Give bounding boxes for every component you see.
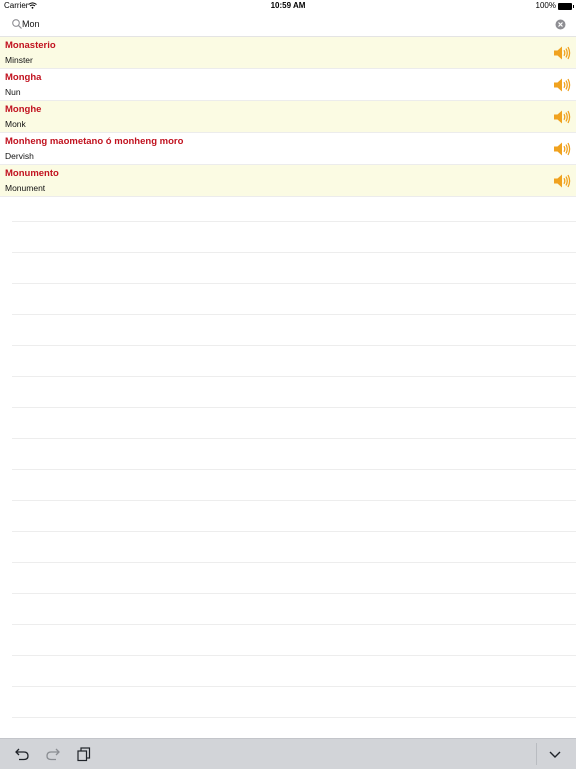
result-term: Mongha [5,72,42,83]
status-bar: Carrier 10:59 AM 100% [0,0,576,12]
row-separator [12,593,576,624]
row-separator [12,283,576,314]
speaker-icon[interactable] [553,141,571,157]
row-separator [12,221,576,252]
result-translation: Monk [5,119,26,129]
result-item-mongha[interactable]: Mongha Nun [0,69,576,101]
result-translation: Dervish [5,151,34,161]
result-translation: Minster [5,55,33,65]
result-item-monasterio[interactable]: Monasterio Minster [0,37,576,69]
row-separator [12,469,576,500]
battery-percentage: 100% [535,1,556,10]
row-separator [12,500,576,531]
battery-icon [558,3,572,10]
speaker-icon[interactable] [553,77,571,93]
battery-tip [573,5,574,8]
row-separator [12,345,576,376]
chevron-down-icon[interactable] [547,746,563,762]
toolbar-divider [536,743,537,765]
result-term: Monasterio [5,40,56,51]
row-separator [12,407,576,438]
copy-icon[interactable] [76,746,92,762]
result-translation: Monument [5,183,46,193]
result-term: Monghe [5,104,42,115]
undo-icon[interactable] [14,746,30,762]
row-separator [12,531,576,562]
speaker-icon[interactable] [553,45,571,61]
row-separator [12,624,576,655]
result-item-monheng-maometano[interactable]: Monheng maometano ó monheng moro Dervish [0,133,576,165]
keyboard-shortcut-bar [0,738,576,769]
row-separator [12,376,576,407]
result-item-monghe[interactable]: Monghe Monk [0,101,576,133]
search-input[interactable] [22,16,522,32]
row-separator [12,655,576,686]
speaker-icon[interactable] [553,173,571,189]
redo-icon[interactable] [45,746,61,762]
search-bar [0,12,576,37]
row-separator [12,686,576,717]
empty-rows [12,221,576,748]
result-translation: Nun [5,87,21,97]
row-separator [12,562,576,593]
result-item-monumento[interactable]: Monumento Monument [0,165,576,197]
row-separator [12,314,576,345]
row-separator [12,252,576,283]
result-term: Monumento [5,168,59,179]
clock: 10:59 AM [270,1,306,10]
clear-icon[interactable] [555,19,566,30]
results-list: Monasterio Minster Mongha Nun Monghe Mon… [0,37,576,197]
result-term: Monheng maometano ó monheng moro [5,136,184,147]
row-separator [12,438,576,469]
speaker-icon[interactable] [553,109,571,125]
